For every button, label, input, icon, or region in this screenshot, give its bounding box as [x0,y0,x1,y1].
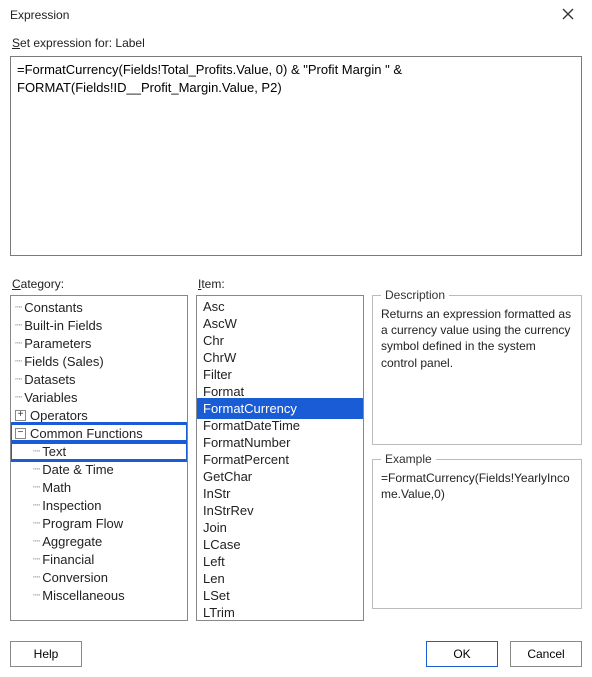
expand-icon[interactable]: + [15,410,26,421]
item-list[interactable]: AscAscWChrChrWFilterFormatFormatCurrency… [196,295,364,621]
tree-item-label: Program Flow [42,516,123,531]
list-item[interactable]: Format [197,383,363,400]
item-column: Item: AscAscWChrChrWFilterFormatFormatCu… [196,277,364,623]
close-button[interactable] [552,3,584,27]
mid-panel: Category: ┈Constants┈Built-in Fields┈Par… [10,277,582,623]
info-column: Description Returns an expression format… [372,277,582,623]
help-button[interactable]: Help [10,641,82,667]
tree-item[interactable]: ┈Built-in Fields [11,316,187,334]
tree-item-label: Datasets [24,372,75,387]
list-item[interactable]: ChrW [197,349,363,366]
tree-item-label: Common Functions [30,426,143,441]
close-icon [562,7,574,23]
tree-item-label: Aggregate [42,534,102,549]
tree-item-label: Inspection [42,498,101,513]
example-text: =FormatCurrency(Fields!YearlyIncome.Valu… [381,470,573,502]
titlebar: Expression [0,0,592,30]
tree-item[interactable]: ┈Aggregate [11,532,187,550]
list-item[interactable]: FormatPercent [197,451,363,468]
list-item[interactable]: LCase [197,536,363,553]
tree-item[interactable]: ┈Text [11,442,187,460]
tree-item[interactable]: ┈Date & Time [11,460,187,478]
tree-item-label: Constants [24,300,83,315]
tree-item-label: Operators [30,408,88,423]
tree-item-label: Variables [24,390,77,405]
tree-item[interactable]: ┈Math [11,478,187,496]
list-item[interactable]: InStrRev [197,502,363,519]
example-legend: Example [381,452,436,466]
tree-item[interactable]: ┈Variables [11,388,187,406]
footer: Help OK Cancel [0,633,592,677]
tree-item[interactable]: ┈Inspection [11,496,187,514]
category-label: Category: [12,277,188,291]
list-item[interactable]: Filter [197,366,363,383]
tree-item-label: Built-in Fields [24,318,102,333]
tree-item[interactable]: ┈Conversion [11,568,187,586]
category-tree[interactable]: ┈Constants┈Built-in Fields┈Parameters┈Fi… [10,295,188,621]
window-title: Expression [10,8,69,22]
description-legend: Description [381,288,449,302]
tree-item-label: Parameters [24,336,91,351]
list-item[interactable]: LTrim [197,604,363,621]
expression-textarea[interactable] [10,56,582,256]
list-item[interactable]: LSet [197,587,363,604]
description-text: Returns an expression formatted as a cur… [381,306,573,371]
item-label: Item: [198,277,364,291]
list-item[interactable]: GetChar [197,468,363,485]
list-item[interactable]: Join [197,519,363,536]
cancel-button[interactable]: Cancel [510,641,582,667]
tree-item-label: Conversion [42,570,108,585]
tree-item-label: Date & Time [42,462,114,477]
tree-item[interactable]: ┈Miscellaneous [11,586,187,604]
description-fieldset: Description Returns an expression format… [372,295,582,445]
tree-item[interactable]: ┈Fields (Sales) [11,352,187,370]
tree-item-label: Fields (Sales) [24,354,103,369]
expression-caption: Set expression for: Label [12,36,580,50]
tree-item-label: Math [42,480,71,495]
dialog-content: Set expression for: Label Category: ┈Con… [0,36,592,633]
tree-item[interactable]: ┈Constants [11,298,187,316]
collapse-icon[interactable]: − [15,428,26,439]
tree-item[interactable]: ┈Parameters [11,334,187,352]
list-item[interactable]: Chr [197,332,363,349]
list-item[interactable]: AscW [197,315,363,332]
tree-item[interactable]: ┈Financial [11,550,187,568]
tree-item[interactable]: ┈Datasets [11,370,187,388]
tree-item[interactable]: −Common Functions [11,424,187,442]
tree-item-label: Text [42,444,66,459]
category-column: Category: ┈Constants┈Built-in Fields┈Par… [10,277,188,623]
tree-item[interactable]: + Operators [11,406,187,424]
list-item[interactable]: Asc [197,298,363,315]
list-item[interactable]: Left [197,553,363,570]
list-item[interactable]: FormatNumber [197,434,363,451]
example-fieldset: Example =FormatCurrency(Fields!YearlyInc… [372,459,582,609]
tree-item-label: Miscellaneous [42,588,124,603]
ok-button[interactable]: OK [426,641,498,667]
list-item[interactable]: Len [197,570,363,587]
list-item[interactable]: FormatDateTime [197,417,363,434]
list-item[interactable]: FormatCurrency [197,400,363,417]
list-item[interactable]: InStr [197,485,363,502]
tree-item-label: Financial [42,552,94,567]
tree-item[interactable]: ┈Program Flow [11,514,187,532]
